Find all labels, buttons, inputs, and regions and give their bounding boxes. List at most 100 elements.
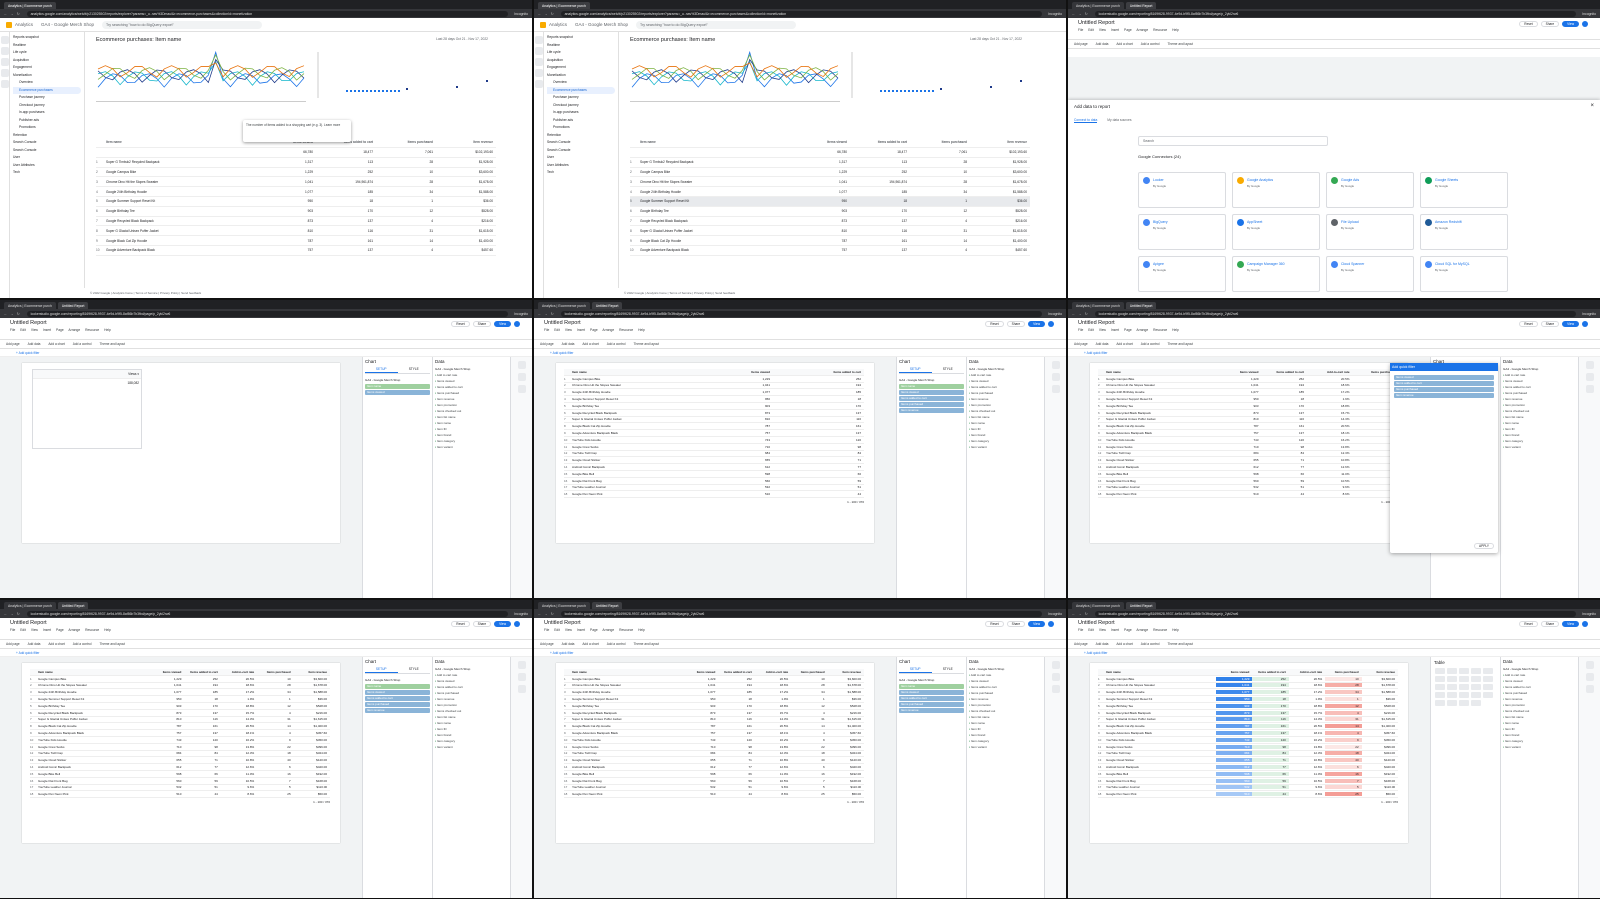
table-row[interactable]: 18 Google Pen Neon Pink 510 44 [564, 491, 864, 499]
column-header[interactable]: Item name [1106, 670, 1216, 674]
toolbar-item[interactable]: Add a chart [582, 642, 598, 646]
toolbar-item[interactable]: Add a chart [1116, 342, 1132, 346]
view-button[interactable]: View [1028, 621, 1045, 627]
table-row[interactable]: 8Google Black Cat Zip Hoodie78716120.5%1… [1098, 423, 1398, 431]
table-row[interactable]: 8 Super G Glacial Unisex Puffer Jacket 810… [96, 226, 496, 237]
browser-tab[interactable]: Untitled Report [57, 602, 89, 609]
connector-card[interactable]: BigQuery By Google [1138, 214, 1226, 250]
avatar[interactable] [1582, 21, 1588, 27]
column-header[interactable]: Item name [640, 140, 790, 144]
browser-tab[interactable]: Analytics | Ecommerce purch [4, 602, 56, 609]
panel-toggle-icon[interactable] [518, 361, 526, 369]
toolbar-item[interactable]: Add a control [607, 342, 626, 346]
table-row[interactable]: 9 Google Black Cat Zip Hoodie 787 161 14 $1,4… [96, 236, 496, 246]
browser-tab[interactable]: Untitled Report [1125, 602, 1157, 609]
chart-type-icon[interactable] [1435, 676, 1445, 682]
panel-toggle-icon[interactable] [518, 673, 526, 681]
toolbar-item[interactable]: Add a chart [1116, 42, 1132, 46]
chart-type-icon[interactable] [1435, 684, 1445, 690]
forward-icon[interactable]: → [1078, 12, 1081, 16]
data-field[interactable]: Item variant [435, 744, 508, 750]
panel-toggle-icon[interactable] [1052, 373, 1060, 381]
back-icon[interactable]: ← [1072, 612, 1075, 616]
browser-tab[interactable]: Untitled Report [57, 302, 89, 309]
column-header[interactable]: Items viewed [682, 670, 718, 674]
panel-toggle-icon[interactable] [518, 661, 526, 669]
nav-item[interactable]: Monetization [13, 72, 81, 80]
reload-icon[interactable]: ↻ [1085, 12, 1088, 16]
back-icon[interactable]: ← [538, 312, 541, 316]
share-button[interactable]: Share [472, 621, 492, 627]
toolbar-item[interactable]: Add page [540, 342, 554, 346]
chart-type-icon[interactable] [1483, 684, 1493, 690]
table-row[interactable]: 10 Google Adventure Backpack Black 757 137 4… [96, 246, 496, 256]
pagination[interactable]: 1 - 100 / 370 [1098, 498, 1398, 505]
nav-rail-icon[interactable] [535, 47, 543, 55]
table-row[interactable]: 9 Google Adventure Backpack Black 757 137 18… [564, 730, 864, 737]
share-button[interactable]: Share [1540, 321, 1560, 327]
connector-card[interactable]: Cloud Spanner By Google [1326, 256, 1414, 292]
nav-item[interactable]: In-app purchases [547, 109, 615, 117]
table-row[interactable]: 14 Android Iconic Backpack 612 77 [564, 464, 864, 471]
tab-setup[interactable]: SETUP [365, 366, 398, 373]
forward-icon[interactable]: → [544, 312, 547, 316]
table-row[interactable]: 16 Google Flat Front Bag 560 59 10.5% 7 $168.0… [30, 778, 330, 785]
picker-option[interactable]: Items viewed [1394, 375, 1494, 380]
nav-item[interactable]: Publisher ads [547, 117, 615, 125]
property-name[interactable]: GA4 - Google Merch Shop [575, 22, 628, 27]
table-row[interactable]: 6 Google Recycled Black Backpack 873 137 [564, 410, 864, 417]
table-row[interactable]: 6 Google Birthday Tee 903 170 12 $528.00 [96, 207, 496, 217]
panel-toggle-icon[interactable] [518, 385, 526, 393]
chart-type-icon[interactable] [1435, 692, 1445, 698]
reload-icon[interactable]: ↻ [17, 12, 20, 16]
connector-card[interactable]: Apigee By Google [1138, 256, 1226, 292]
avatar[interactable] [1048, 621, 1054, 627]
column-header[interactable]: Items purchased [376, 140, 436, 144]
dimension-chip[interactable]: Item name [899, 684, 964, 689]
view-button[interactable]: View [1562, 21, 1579, 27]
browser-tab[interactable]: Analytics | Ecommerce purch [538, 602, 590, 609]
browser-tab[interactable]: Analytics | Ecommerce purch [4, 302, 56, 309]
nav-item[interactable]: Ecommerce purchases [13, 86, 81, 94]
toolbar-item[interactable]: Add page [6, 342, 20, 346]
table-row[interactable]: 9 Google Adventure Backpack Black 757 137 [564, 430, 864, 437]
back-icon[interactable]: ← [538, 612, 541, 616]
table-row[interactable]: 13 Google Cloud Sticker 655 71 [564, 457, 864, 465]
toolbar-item[interactable]: Add data [562, 642, 575, 646]
chart-type-icon[interactable] [1483, 692, 1493, 698]
connector-card[interactable]: Campaign Manager 360 By Google [1232, 256, 1320, 292]
data-field[interactable]: Item variant [1503, 744, 1576, 750]
view-button[interactable]: View [1028, 321, 1045, 327]
url-field[interactable]: lookerstudio.google.com/reporting/8169f6… [26, 610, 509, 617]
toolbar-item[interactable]: Add data [1096, 42, 1109, 46]
table-row[interactable]: 15 Google Bike Bell 598 66 11.0% 16 $192.00 [1098, 771, 1398, 778]
tab-style[interactable]: STYLE [398, 366, 431, 373]
nav-item[interactable]: User Attributes [13, 162, 81, 170]
table-row[interactable]: 7 Google Recycled Black Backpack 873 137 4 $2… [630, 217, 1030, 227]
table-row[interactable]: 2 Chrome Dino Hit the Slopes Sweater 1,041… [1098, 683, 1398, 690]
column-header[interactable]: Items viewed [148, 670, 184, 674]
column-header[interactable]: Items purchased [791, 670, 827, 674]
table-row[interactable]: 13 Google Cloud Sticker 655 71 10.8% 40 $120.0… [1098, 757, 1398, 765]
reload-icon[interactable]: ↻ [1085, 312, 1088, 316]
add-quick-filter[interactable]: + Add quick filter [534, 649, 1066, 657]
table-row[interactable]: 5 Google Birthday Tee 903 170 18.8% 12 $528.00 [30, 703, 330, 710]
connector-card[interactable]: File Upload By Google [1326, 214, 1414, 250]
tab-style[interactable]: STYLE [932, 666, 965, 673]
metric-chip[interactable]: Item revenue [899, 408, 964, 413]
tab-connect-to-data[interactable]: Connect to data [1074, 118, 1098, 123]
date-range[interactable]: Last 28 days Oct 21 - Nov 17, 2022 [436, 37, 488, 41]
table-row[interactable]: 11 Google Crew Socks 710 98 13.8% 22 $396.00 [1098, 744, 1398, 751]
table-row[interactable]: 14 Android Iconic Backpack 612 77 12.6% 6 $420… [30, 764, 330, 771]
reset-button[interactable]: Reset [1519, 621, 1538, 627]
table-row[interactable]: 10 YouTube Kids Hoodie 743 120 [564, 437, 864, 444]
column-header[interactable]: Add-to-cart rate [1307, 370, 1353, 374]
pagination[interactable]: 1 - 100 / 370 [30, 798, 330, 805]
chart-type-icon[interactable] [1483, 676, 1493, 682]
toolbar-item[interactable]: Add a chart [48, 342, 64, 346]
nav-item[interactable]: Engagement [13, 64, 81, 72]
table-row[interactable]: 2 Google Campus Bike 1,229 252 10 $3,600.00 [630, 168, 1030, 178]
toolbar-item[interactable]: Add data [562, 342, 575, 346]
column-header[interactable]: Item revenue [294, 670, 330, 674]
report-title[interactable]: Untitled Report [544, 620, 581, 626]
